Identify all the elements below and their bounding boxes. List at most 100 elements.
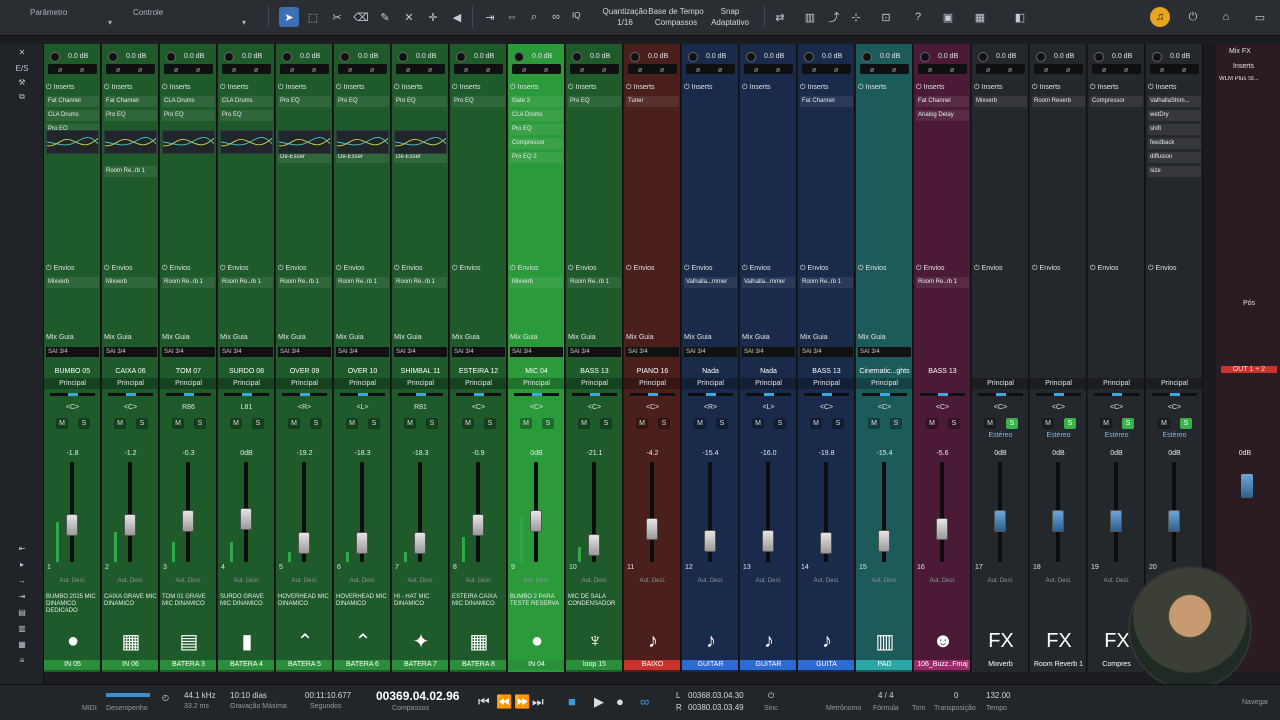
power-icon[interactable]: ⏻ — [452, 265, 458, 273]
channel-input-label[interactable]: BATERA 8 — [450, 660, 506, 670]
phase-icon[interactable]: ø — [660, 67, 664, 74]
automation-mode[interactable]: Aut. Desl. — [914, 578, 970, 584]
output-select[interactable]: SAI 3/4 — [626, 347, 679, 357]
pan-value[interactable]: <R> — [276, 404, 332, 411]
channel-input-label[interactable]: Compres — [1088, 660, 1144, 670]
fader-cap[interactable] — [994, 510, 1006, 532]
insert-slot[interactable]: Pro EQ — [568, 96, 621, 107]
piano-icon[interactable]: ▥ — [6, 624, 38, 633]
help-icon[interactable]: ? — [908, 7, 928, 27]
automation-mode[interactable]: Aut. Desl. — [798, 578, 854, 584]
volume-fader[interactable] — [166, 462, 211, 570]
solo-button[interactable]: S — [1122, 418, 1134, 429]
power-icon[interactable]: ⏻ — [104, 265, 110, 273]
list-icon[interactable]: ≡ — [6, 656, 38, 665]
power-icon[interactable]: ⏻ — [46, 84, 52, 92]
input-gain-knob[interactable] — [166, 52, 176, 62]
volume-fader[interactable] — [398, 462, 443, 570]
insert-slot[interactable]: CLA Drums — [510, 110, 563, 121]
channel-input-label[interactable]: IN 06 — [102, 660, 158, 670]
output-select[interactable]: SAI 3/4 — [858, 347, 911, 357]
insert-slot[interactable]: ValhallaShim... — [1148, 96, 1201, 107]
insert-slot[interactable]: Gate 3 — [510, 96, 563, 107]
listen-tool-icon[interactable]: ◀ — [447, 7, 467, 27]
channel-notes[interactable]: HI - HAT MIC DINAMICO — [394, 594, 447, 608]
channel-input-label[interactable]: GUITA — [798, 660, 854, 670]
pan-value[interactable]: R81 — [392, 404, 448, 411]
solo-button[interactable]: S — [194, 418, 206, 429]
channel-input-label[interactable]: 106_Buzz..Fmaj — [914, 660, 970, 670]
phase-icon[interactable]: ø — [950, 67, 954, 74]
insert-slot[interactable]: feedback — [1148, 138, 1201, 149]
solo-button[interactable]: S — [136, 418, 148, 429]
link-icon[interactable]: ∞ — [546, 7, 566, 27]
settings-icon[interactable]: ⏻ — [1183, 7, 1203, 27]
snap-value[interactable]: Adaptativo — [706, 18, 754, 27]
pan-value[interactable]: <C> — [450, 404, 506, 411]
bend-tool-icon[interactable]: ✛ — [423, 7, 443, 27]
eq-thumbnail[interactable] — [336, 130, 389, 154]
pan-value[interactable]: R86 — [160, 404, 216, 411]
wrench-icon[interactable]: ⚒ — [6, 78, 38, 87]
channel-group[interactable]: Principal — [566, 378, 622, 389]
channel-input-label[interactable]: PAD — [856, 660, 912, 670]
input-gain-knob[interactable] — [108, 52, 118, 62]
eq-thumbnail[interactable] — [220, 130, 273, 154]
power-icon[interactable]: ⏻ — [568, 265, 574, 273]
automation-mode[interactable]: Aut. Desl. — [218, 578, 274, 584]
automation-mode[interactable]: Aut. Desl. — [102, 578, 158, 584]
automation-mode[interactable]: Aut. Desl. — [1030, 578, 1086, 584]
automation-mode[interactable]: Aut. Desl. — [972, 578, 1028, 584]
record-icon[interactable]: ● — [616, 694, 624, 709]
output-select[interactable]: SAI 3/4 — [162, 347, 215, 357]
pan-slider[interactable] — [862, 393, 907, 396]
forward-icon[interactable]: ⏩ — [514, 694, 530, 710]
channel-input-label[interactable]: BATERA 6 — [334, 660, 390, 670]
phase-icon[interactable]: ø — [812, 67, 816, 74]
time-signature[interactable]: 4 / 4 — [878, 691, 894, 700]
phase-icon[interactable]: ø — [638, 67, 642, 74]
phase-icon[interactable]: ø — [232, 67, 236, 74]
mute-button[interactable]: M — [520, 418, 532, 429]
mute-button[interactable]: M — [868, 418, 880, 429]
mute-button[interactable]: M — [926, 418, 938, 429]
phase-icon[interactable]: ø — [544, 67, 548, 74]
channel-group[interactable]: Principal — [160, 378, 216, 389]
loop-icon[interactable]: ∞ — [640, 694, 649, 709]
insert-slot[interactable]: Pro EQ — [394, 96, 447, 107]
insert-slot[interactable]: Pro EQ — [452, 96, 505, 107]
insert-slot[interactable]: Pro EQ 2 — [510, 152, 563, 163]
rewind-start-icon[interactable]: ⏮ — [478, 694, 490, 710]
solo-button[interactable]: S — [774, 418, 786, 429]
pan-value[interactable]: <C> — [914, 404, 970, 411]
phase-icon[interactable]: ø — [174, 67, 178, 74]
io-button[interactable]: E/S — [6, 64, 38, 73]
home-icon[interactable]: ⌂ — [1216, 7, 1236, 27]
mute-button[interactable]: M — [462, 418, 474, 429]
phase-icon[interactable]: ø — [1102, 67, 1106, 74]
insert-slot[interactable]: Pro EQ — [162, 110, 215, 121]
power-icon[interactable]: ⏻ — [510, 265, 516, 273]
pan-slider[interactable] — [166, 393, 211, 396]
input-gain-knob[interactable] — [340, 52, 350, 62]
volume-fader[interactable] — [572, 462, 617, 570]
grid-icon[interactable]: ▦ — [970, 7, 990, 27]
mute-button[interactable]: M — [810, 418, 822, 429]
input-gain-knob[interactable] — [862, 52, 872, 62]
channel-input-label[interactable]: IN 04 — [508, 660, 564, 670]
volume-fader[interactable] — [514, 462, 559, 570]
paint-tool-icon[interactable]: ✎ — [375, 7, 395, 27]
power-icon[interactable]: ⏻ — [974, 265, 980, 273]
automation-mode[interactable]: Aut. Desl. — [682, 578, 738, 584]
mute-button[interactable]: M — [694, 418, 706, 429]
mute-button[interactable]: M — [288, 418, 300, 429]
insert-slot[interactable]: Mixverb — [974, 96, 1027, 107]
channel-input-label[interactable]: GUITAR — [682, 660, 738, 670]
channel-group[interactable]: Principal — [450, 378, 506, 389]
parameter-dropdown-arrow-icon[interactable]: ▾ — [108, 18, 112, 27]
input-gain-knob[interactable] — [514, 52, 524, 62]
solo-button[interactable]: S — [658, 418, 670, 429]
channel-name[interactable]: MIC 04 — [508, 366, 564, 378]
pan-value[interactable]: <C> — [624, 404, 680, 411]
automation-mode[interactable]: Aut. Desl. — [450, 578, 506, 584]
